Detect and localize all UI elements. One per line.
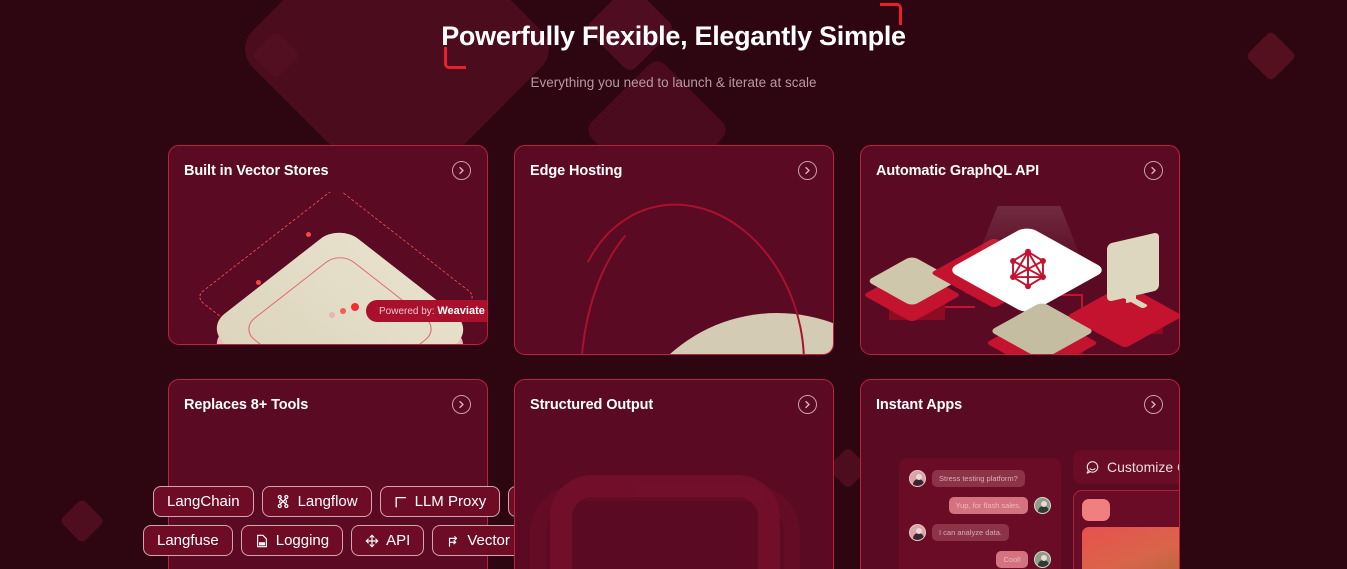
diamond-shape-small-3 [59, 498, 105, 544]
chevron-right-icon[interactable] [452, 395, 471, 414]
feature-card-replaces-tools[interactable]: Replaces 8+ Tools LangChain Langflow LLM… [143, 379, 545, 569]
feature-card-structured-output[interactable]: Structured Output [514, 379, 834, 569]
avatar [909, 470, 926, 487]
tool-chip-label: Vector [467, 532, 510, 549]
document-icon [256, 534, 267, 547]
branch-icon [449, 535, 458, 547]
card-header: Edge Hosting [515, 146, 833, 180]
chevron-right-icon[interactable] [1144, 395, 1163, 414]
card-title: Instant Apps [876, 396, 963, 413]
card-title: Edge Hosting [530, 162, 623, 179]
wireframe-node-1 [306, 232, 311, 237]
tool-chip-langfuse[interactable]: Langfuse [143, 525, 233, 556]
chevron-right-icon[interactable] [1144, 161, 1163, 180]
card-header: Structured Output [515, 380, 833, 414]
feature-card-edge-hosting[interactable]: Edge Hosting [514, 145, 834, 355]
color-picker-panel[interactable]: #Hex F36564 [1073, 490, 1179, 569]
feature-card-instant-apps[interactable]: Instant Apps Stress testing platform? Yu… [860, 379, 1180, 569]
tool-chip-label: Langfuse [157, 532, 219, 549]
card-title: Structured Output [530, 396, 654, 413]
tool-chip-langchain[interactable]: LangChain [153, 486, 254, 517]
customize-chat-label: Customize Chat [1107, 459, 1179, 475]
page-header: Powerfully Flexible, Elegantly Simple Ev… [0, 0, 1347, 90]
feature-card-graphql-api[interactable]: Automatic GraphQL API [860, 145, 1180, 355]
move-icon [365, 534, 379, 547]
chat-bubble: Yup, for flash sales. [948, 497, 1028, 514]
customize-chat-button[interactable]: Customize Chat [1073, 450, 1179, 484]
card-header: Built in Vector Stores [169, 146, 487, 180]
feature-card-vector-stores[interactable]: Built in Vector Stores Powered by: Weavi… [168, 145, 488, 345]
led-mid [340, 308, 346, 314]
page-subtitle: Everything you need to launch & iterate … [530, 75, 817, 91]
badge-brand: Weaviate [437, 305, 485, 317]
avatar [909, 524, 926, 541]
tool-chip-row-1: LangChain Langflow LLM Proxy [153, 486, 547, 517]
chat-preview-panel: Stress testing platform? Yup, for flash … [899, 458, 1061, 569]
tool-chip-vector[interactable]: Vector [432, 525, 524, 556]
chat-message: I can analyze data. [909, 524, 1051, 541]
chat-bubble-icon [1086, 460, 1099, 474]
chevron-right-icon[interactable] [798, 395, 817, 414]
tool-chip-logging[interactable]: Logging [240, 525, 344, 556]
chat-bubble: Cool! [996, 551, 1028, 568]
led-dim [329, 312, 335, 318]
feature-card-grid: Built in Vector Stores Powered by: Weavi… [143, 145, 1180, 569]
avatar [1034, 551, 1051, 568]
card-title: Built in Vector Stores [184, 162, 329, 179]
page-title: Powerfully Flexible, Elegantly Simple [441, 21, 906, 51]
chevron-right-icon[interactable] [798, 161, 817, 180]
graphql-logo-icon [1010, 248, 1046, 290]
color-swatch[interactable] [1082, 499, 1110, 521]
led-bright [351, 303, 359, 311]
card-header: Replaces 8+ Tools [169, 380, 487, 414]
chevron-right-icon[interactable] [452, 161, 471, 180]
color-picker-header: #Hex F36564 [1082, 499, 1179, 521]
chat-bubble: Stress testing platform? [932, 470, 1025, 487]
tool-chip-marquee: LangChain Langflow LLM Proxy Langfuse Lo… [143, 486, 547, 564]
card-header: Instant Apps [861, 380, 1179, 414]
tool-chip-label: Langflow [297, 493, 358, 510]
tool-chip-llm-proxy[interactable]: LLM Proxy [379, 486, 501, 517]
chat-message: Cool! [909, 551, 1051, 568]
powered-by-badge: Powered by: Weaviate [366, 300, 487, 322]
tool-chip-api[interactable]: API [351, 525, 425, 556]
chat-message: Stress testing platform? [909, 470, 1051, 487]
tool-chip-row-2: Langfuse Logging API Vector [143, 525, 547, 556]
tool-chip-label: Logging [275, 532, 330, 549]
badge-prefix: Powered by: [379, 306, 435, 317]
tool-chip-label: LLM Proxy [414, 493, 487, 510]
corner-bracket-icon [395, 496, 406, 507]
card-title: Automatic GraphQL API [876, 162, 1040, 179]
card-header: Automatic GraphQL API [861, 146, 1179, 180]
avatar [1034, 497, 1051, 514]
tool-chip-label: API [386, 532, 411, 549]
langflow-icon [277, 494, 288, 509]
card-title: Replaces 8+ Tools [184, 396, 309, 413]
chat-bubble: I can analyze data. [932, 524, 1009, 541]
color-gradient-field[interactable] [1082, 527, 1179, 569]
tool-chip-label: LangChain [167, 493, 240, 510]
tool-chip-langflow[interactable]: Langflow [261, 486, 372, 517]
bracket-shape-inner [550, 475, 780, 569]
chat-message: Yup, for flash sales. [909, 497, 1051, 514]
